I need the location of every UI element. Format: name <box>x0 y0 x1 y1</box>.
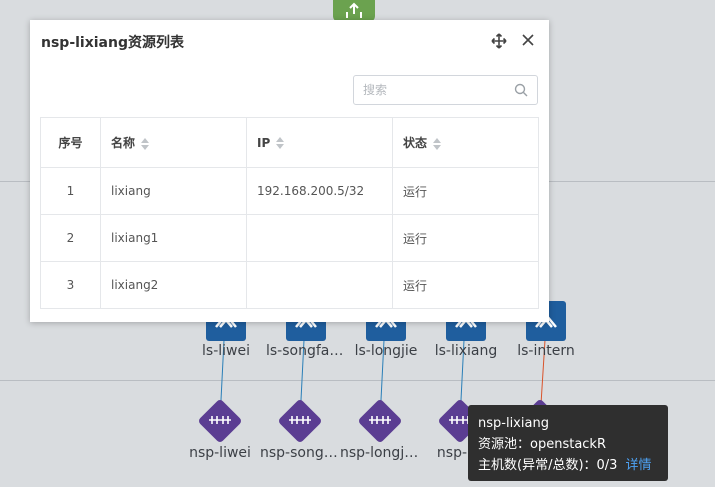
cell-ip: 192.168.200.5/32 <box>246 167 393 215</box>
column-header-name[interactable]: 名称 <box>100 117 247 168</box>
cell-name: lixiang <box>100 167 247 215</box>
cell-index: 3 <box>40 261 101 309</box>
cell-index: 2 <box>40 214 101 262</box>
column-header-status[interactable]: 状态 <box>392 117 539 168</box>
switch-label: ls-lixiang <box>434 343 498 359</box>
resource-list-dialog: nsp-lixiang资源列表 序号 名称 IP 状态 1 lixiang 19… <box>30 20 549 322</box>
nsp-node[interactable]: nsp-liwei <box>180 398 260 461</box>
detail-link[interactable]: 详情 <box>625 458 651 473</box>
table-header-row: 序号 名称 IP 状态 <box>40 117 539 168</box>
resource-table: 序号 名称 IP 状态 1 lixiang 192.168.200.5/32 运… <box>40 117 539 309</box>
node-tooltip: nsp-lixiang 资源池：openstackR 主机数(异常/总数)：0/… <box>468 405 668 481</box>
dialog-title: nsp-lixiang资源列表 <box>41 35 184 51</box>
tooltip-title: nsp-lixiang <box>478 416 549 431</box>
column-header-index: 序号 <box>40 117 101 168</box>
cell-status: 运行 <box>392 167 539 215</box>
move-icon[interactable] <box>491 33 507 49</box>
table-row[interactable]: 3 lixiang2 运行 <box>40 261 539 309</box>
nsp-label: nsp-longji... <box>340 445 420 461</box>
nsp-node[interactable]: nsp-longji... <box>340 398 420 461</box>
switch-label: ls-intern <box>517 343 575 359</box>
cell-index: 1 <box>40 167 101 215</box>
column-header-ip[interactable]: IP <box>246 117 393 168</box>
switch-label: ls-liwei <box>202 343 250 359</box>
search-input[interactable] <box>361 82 515 98</box>
search-box[interactable] <box>353 75 538 105</box>
tooltip-pool: 资源池：openstackR <box>478 437 606 452</box>
sort-icon[interactable] <box>433 137 442 150</box>
cell-status: 运行 <box>392 214 539 262</box>
table-row[interactable]: 1 lixiang 192.168.200.5/32 运行 <box>40 167 539 215</box>
switch-label: ls-longjie <box>354 343 418 359</box>
cell-ip <box>246 214 393 262</box>
tooltip-hosts: 主机数(异常/总数)：0/3 详情 <box>478 458 652 473</box>
nsp-label: nsp-songfa... <box>260 445 340 461</box>
sort-icon[interactable] <box>276 137 285 149</box>
cell-name: lixiang1 <box>100 214 247 262</box>
nsp-node[interactable]: nsp-songfa... <box>260 398 340 461</box>
nsp-icon <box>277 398 323 444</box>
nsp-icon <box>357 398 403 444</box>
sort-icon[interactable] <box>141 137 150 150</box>
cell-name: lixiang2 <box>100 261 247 309</box>
table-row[interactable]: 2 lixiang1 运行 <box>40 214 539 262</box>
switch-label: ls-songfan... <box>266 343 346 359</box>
cell-status: 运行 <box>392 261 539 309</box>
nsp-label: nsp-liwei <box>189 445 251 461</box>
cell-ip <box>246 261 393 309</box>
close-icon[interactable] <box>521 33 535 47</box>
search-icon[interactable] <box>514 83 528 97</box>
nsp-icon <box>197 398 243 444</box>
